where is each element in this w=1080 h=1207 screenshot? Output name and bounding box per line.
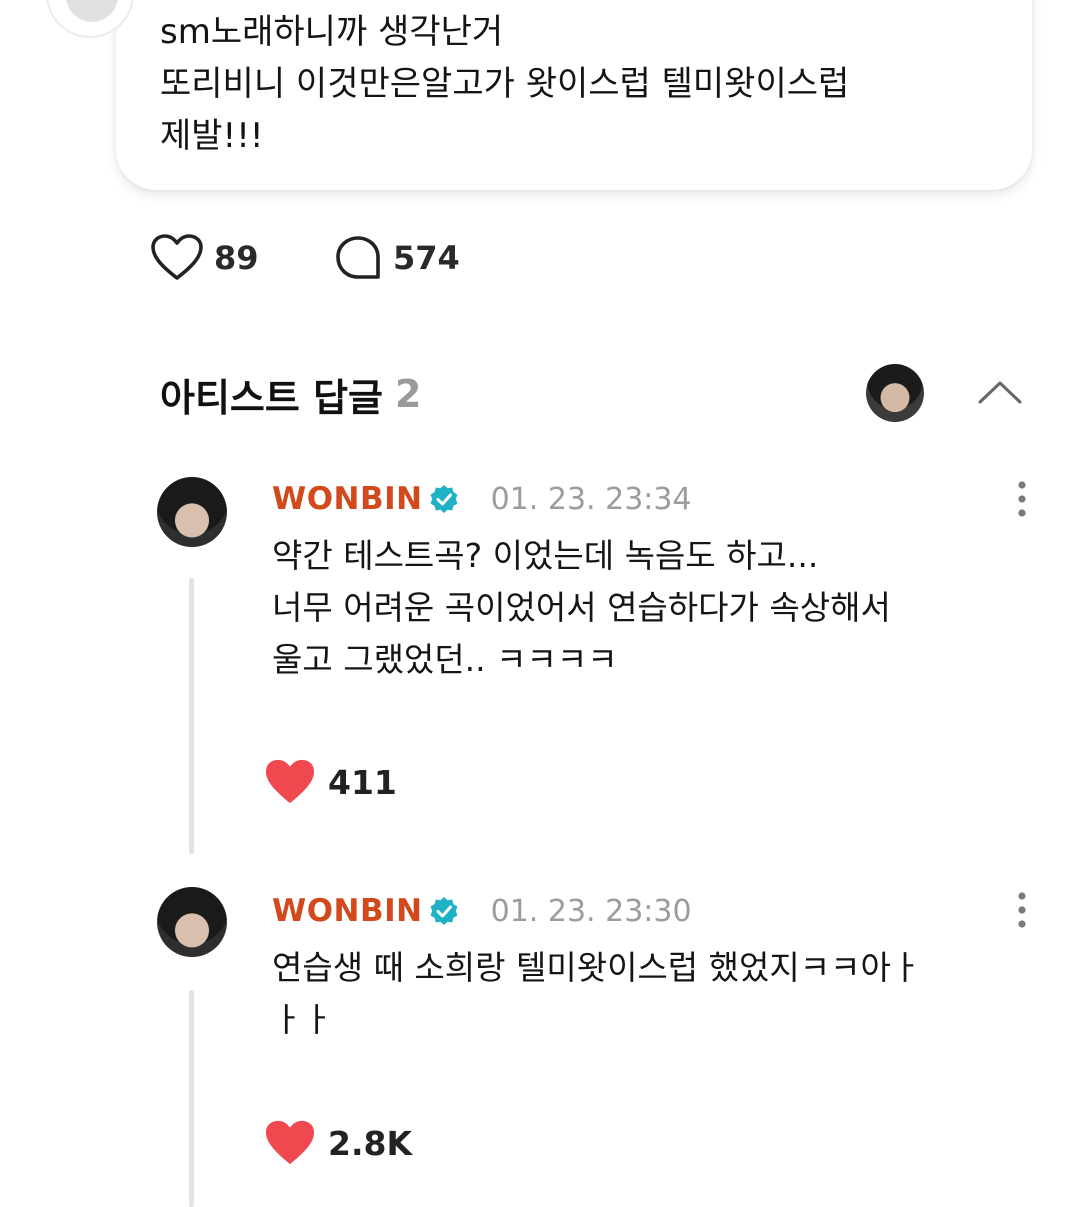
reply-header: WONBIN 01. 23. 23:30 (272, 887, 692, 935)
heart-filled-icon (266, 759, 314, 804)
reply-author-name[interactable]: WONBIN (272, 481, 423, 517)
reply-more-button[interactable] (1010, 479, 1034, 519)
post-text-line: sm노래하니까 생각난거 (160, 12, 504, 52)
chevron-up-icon (978, 381, 1022, 404)
verified-badge-icon (430, 897, 458, 925)
reply-text-line: 연습생 때 소희랑 텔미왓이스럽 했었지ㅋㅋ아ㅏ (272, 948, 922, 987)
more-vertical-icon (1018, 892, 1026, 928)
reply-text-line: ㅏㅏ (272, 1000, 333, 1039)
thread-line (189, 578, 194, 854)
heart-filled-icon (266, 1120, 314, 1165)
post-text-line: 제발!!! (160, 116, 264, 156)
artist-replies-label: 아티스트 답글 (160, 375, 383, 420)
reply-author-avatar[interactable] (157, 887, 227, 957)
post-comment-count: 574 (393, 239, 460, 277)
post-like-button[interactable]: 89 (150, 232, 259, 284)
reply-author-avatar[interactable] (157, 477, 227, 547)
verified-badge-icon (430, 485, 458, 513)
artist-avatar[interactable] (866, 364, 924, 422)
post-comment-button[interactable]: 574 (333, 232, 460, 284)
comment-bubble-icon (336, 236, 380, 279)
post-text: sm노래하니까 생각난거 또리비니 이것만은알고가 왓이스럽 텔미왓이스럽 제발… (160, 6, 1000, 162)
reply-author-name[interactable]: WONBIN (272, 893, 423, 929)
reply-text: 연습생 때 소희랑 텔미왓이스럽 했었지ㅋㅋ아ㅏ ㅏㅏ (272, 942, 1032, 1046)
reply-like-count: 411 (328, 762, 397, 802)
reply-like-count: 2.8K (328, 1123, 413, 1163)
reply-like-button[interactable]: 411 (264, 754, 397, 810)
artist-replies-count: 2 (395, 372, 422, 416)
more-vertical-icon (1018, 481, 1026, 517)
post-like-count: 89 (214, 239, 259, 277)
heart-outline-icon (151, 234, 203, 280)
collapse-replies-button[interactable] (976, 372, 1024, 412)
reply-text-line: 약간 테스트곡? 이었는데 녹음도 하고... (272, 536, 819, 575)
artist-replies-title: 아티스트 답글 2 (160, 366, 421, 422)
reply-header: WONBIN 01. 23. 23:34 (272, 475, 692, 523)
reply-text-line: 너무 어려운 곡이었어서 연습하다가 속상해서 (272, 588, 891, 627)
reply-timestamp: 01. 23. 23:30 (490, 893, 692, 929)
reply-text: 약간 테스트곡? 이었는데 녹음도 하고... 너무 어려운 곡이었어서 연습하… (272, 530, 1032, 686)
reply-text-line: 울고 그랬었던.. ㅋㅋㅋㅋ (272, 640, 618, 679)
reply-like-button[interactable]: 2.8K (264, 1115, 412, 1171)
thread-line (189, 990, 194, 1207)
post-text-line: 또리비니 이것만은알고가 왓이스럽 텔미왓이스럽 (160, 64, 850, 104)
reply-timestamp: 01. 23. 23:34 (490, 481, 692, 517)
reply-more-button[interactable] (1010, 890, 1034, 930)
